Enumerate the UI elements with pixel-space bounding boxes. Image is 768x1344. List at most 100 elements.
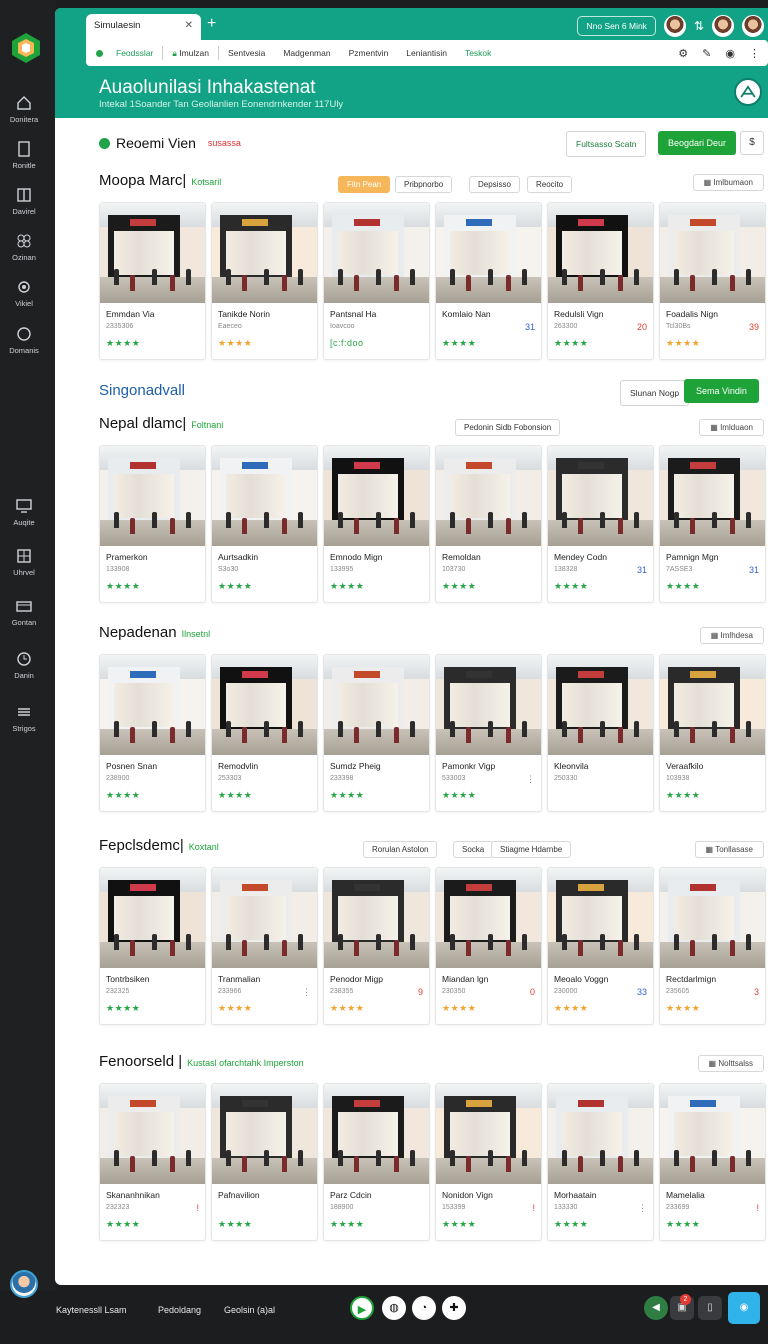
rail-item[interactable]: Strigos (0, 703, 48, 733)
store-card[interactable]: Komlaio Nan ★★★★ 31 (435, 202, 542, 360)
help-icon[interactable]: ◉ (728, 1292, 760, 1324)
left-rail: Donitera Ronitle Davirel Ozinan Vikiel Domani… (0, 0, 56, 1298)
rail-item[interactable]: Ronitle (0, 140, 48, 170)
profile-avatar[interactable] (663, 15, 686, 37)
bottom-link-3[interactable]: Geolsin (a)al (224, 1305, 275, 1315)
address-segment-6[interactable]: Leniantisin (397, 48, 456, 58)
shop-sign (354, 1100, 380, 1107)
add-icon[interactable]: ✚ (442, 1296, 466, 1320)
store-card[interactable]: Sumdz Pheig 233398 ★★★★ (323, 654, 430, 812)
address-segment-2[interactable]: 🔒︎ Imulzan (163, 48, 218, 59)
address-segment-1[interactable]: Feodsslar (107, 48, 162, 58)
currency-button[interactable]: $ (740, 131, 764, 155)
info-icon[interactable]: ◉ (725, 47, 735, 60)
store-card[interactable]: Emmdan Via 2335306 ★★★★ (99, 202, 206, 360)
store-card[interactable]: Pamonkr Vigp 533003 ★★★★ ⋮ (435, 654, 542, 812)
store-card[interactable]: Rectdarlmign 235605 ★★★★ 3 (659, 867, 766, 1025)
store-card[interactable]: Tranmalian 233966 ★★★★ ⋮ (211, 867, 318, 1025)
store-card[interactable]: Pantsnal Ha Ioavcoo [c:f:doo (323, 202, 430, 360)
more-icon[interactable]: ⋮ (749, 47, 760, 60)
store-card[interactable]: Emnodo Mign 133995 ★★★★ (323, 445, 430, 603)
store-card[interactable]: Skananhnikan 232323 ★★★★! (99, 1083, 206, 1241)
rail-item[interactable]: Vikiel (0, 278, 48, 308)
store-card[interactable]: Morhaatain 133330 ★★★★ ⋮ (547, 1083, 654, 1241)
singon-green-button[interactable]: Sema Vindin (684, 379, 759, 403)
bottom-link-2[interactable]: Pedoldang (158, 1305, 201, 1315)
rail-item[interactable]: Donitera (0, 94, 48, 124)
filter-chip[interactable]: Depsisso (469, 176, 520, 193)
store-card[interactable]: Kleonvila 250330 (547, 654, 654, 812)
filter-chip[interactable]: Rorulan Astolon (363, 841, 438, 858)
store-card[interactable]: Veraafkilo 103938 ★★★★ (659, 654, 766, 812)
app-logo-icon[interactable] (12, 33, 40, 63)
primary-action-button[interactable]: Beogdari Deur (658, 131, 737, 155)
settings-icon[interactable]: ⚙︎ (678, 47, 688, 60)
rail-item[interactable]: Danin (0, 650, 48, 680)
address-segment-5[interactable]: Pzmentvin (340, 48, 398, 58)
shopper-figure (242, 518, 247, 534)
section-filter-button[interactable]: ▦ Imlduaon (699, 419, 764, 436)
store-card[interactable]: Parz Cdcin 188900 ★★★★ (323, 1083, 430, 1241)
store-card[interactable]: Remoldan 103730 ★★★★ (435, 445, 542, 603)
section-filter-button[interactable]: ▦ Imlbumaon (692, 174, 764, 191)
section-filter-button[interactable]: ▦ Nolttsalss (697, 1055, 764, 1072)
store-card[interactable]: Pramerkon 133908 ★★★★ (99, 445, 206, 603)
address-segment-4[interactable]: Madgenman (274, 48, 339, 58)
close-tab-icon[interactable]: ✕ (185, 20, 193, 31)
filter-label: Imlduaon (720, 423, 753, 432)
store-card[interactable]: Remodvlin 253303 ★★★★ (211, 654, 318, 812)
store-card[interactable]: Nonidon Vign 153399 ★★★★! (435, 1083, 542, 1241)
store-price: S3o30 (218, 566, 239, 573)
store-card[interactable]: Tontrbsiken 232325 ★★★★ (99, 867, 206, 1025)
store-card[interactable]: Tanikde Norin Eaeceo ★★★★ (211, 202, 318, 360)
chat-icon[interactable]: ◍ (382, 1296, 406, 1320)
edit-icon[interactable]: ✎ (702, 47, 711, 60)
filter-chip[interactable]: Stiagme Hdarnbe (491, 841, 572, 858)
profile-avatar-2[interactable] (712, 15, 734, 37)
rail-item[interactable]: Auqite (0, 497, 48, 527)
filter-chip[interactable]: Fitn Pean (338, 176, 391, 193)
speaker-icon[interactable]: ◀ (644, 1296, 668, 1320)
shopper-figure (634, 512, 639, 528)
store-card[interactable]: Mendey Codn 138328 ★★★★ 31 (547, 445, 654, 603)
store-card[interactable]: Meoalo Voggn 230000 ★★★★ 33 (547, 867, 654, 1025)
rail-item[interactable]: Gontan (0, 597, 48, 627)
filter-chip[interactable]: Reocito (527, 176, 573, 193)
outline-action-button[interactable]: Fultsasso Scatn (566, 131, 647, 157)
sync-icon[interactable]: ⇅ (694, 19, 704, 33)
address-segment-3[interactable]: Sentvesia (219, 48, 274, 58)
address-segment-7[interactable]: Teskok (456, 48, 500, 58)
store-card[interactable]: Penodor Migp 238355 ★★★★ 9 (323, 867, 430, 1025)
rail-item[interactable]: Ozinan (0, 232, 48, 262)
shopper-figure (600, 721, 605, 737)
trash-icon[interactable]: ▯ (698, 1296, 722, 1320)
singon-outline-button[interactable]: Slunan Nogp (620, 380, 690, 406)
store-card[interactable]: Redulsli Vign 263300 ★★★★ 20 (547, 202, 654, 360)
message-icon[interactable]: ◔ (412, 1296, 436, 1320)
section-filter-button[interactable]: ▦ Tonllasase (694, 841, 764, 858)
rail-item[interactable]: Domanis (0, 325, 48, 355)
section-filter-button[interactable]: ▦ Imlhdesa (699, 627, 764, 644)
play-icon[interactable]: ▶ (350, 1296, 374, 1320)
address-bar[interactable]: Feodsslar 🔒︎ Imulzan Sentvesia Madgenman… (86, 40, 768, 66)
store-card[interactable]: Foadalis Nign Tcl30Bs ★★★★ 39 (659, 202, 766, 360)
new-tab-icon[interactable]: + (207, 15, 216, 33)
rail-item[interactable]: Davirel (0, 186, 48, 216)
top-status-pill[interactable]: Nno Sen 6 Mink (577, 16, 656, 36)
bottom-link-1[interactable]: Kaytenessll Lsam (56, 1305, 127, 1315)
browser-tab[interactable]: Simulaesin ✕ (86, 14, 201, 40)
store-card[interactable]: Aurtsadkin S3o30 ★★★★ (211, 445, 318, 603)
store-card[interactable]: Pafnavilion ★★★★ (211, 1083, 318, 1241)
shopper-figure (730, 940, 735, 956)
store-card[interactable]: Pamnign Mgn 7ASSE3 ★★★★ 31 (659, 445, 766, 603)
rail-item[interactable]: Uhrvel (0, 547, 48, 577)
user-avatar[interactable] (10, 1270, 38, 1298)
store-card[interactable]: Posnen Snan 238900 ★★★★ (99, 654, 206, 812)
filter-chip[interactable]: Pedonin Sidb Fobonsion (455, 419, 561, 436)
store-card[interactable]: Miandan lgn 230350 ★★★★ 0 (435, 867, 542, 1025)
brand-badge-icon[interactable] (734, 78, 762, 106)
store-card[interactable]: Mamelalia 233699 ★★★★! (659, 1083, 766, 1241)
profile-avatar-3[interactable] (742, 15, 764, 37)
filter-chip[interactable]: Pribpnorbo (395, 176, 453, 193)
filter-chip[interactable]: Socka (453, 841, 494, 858)
